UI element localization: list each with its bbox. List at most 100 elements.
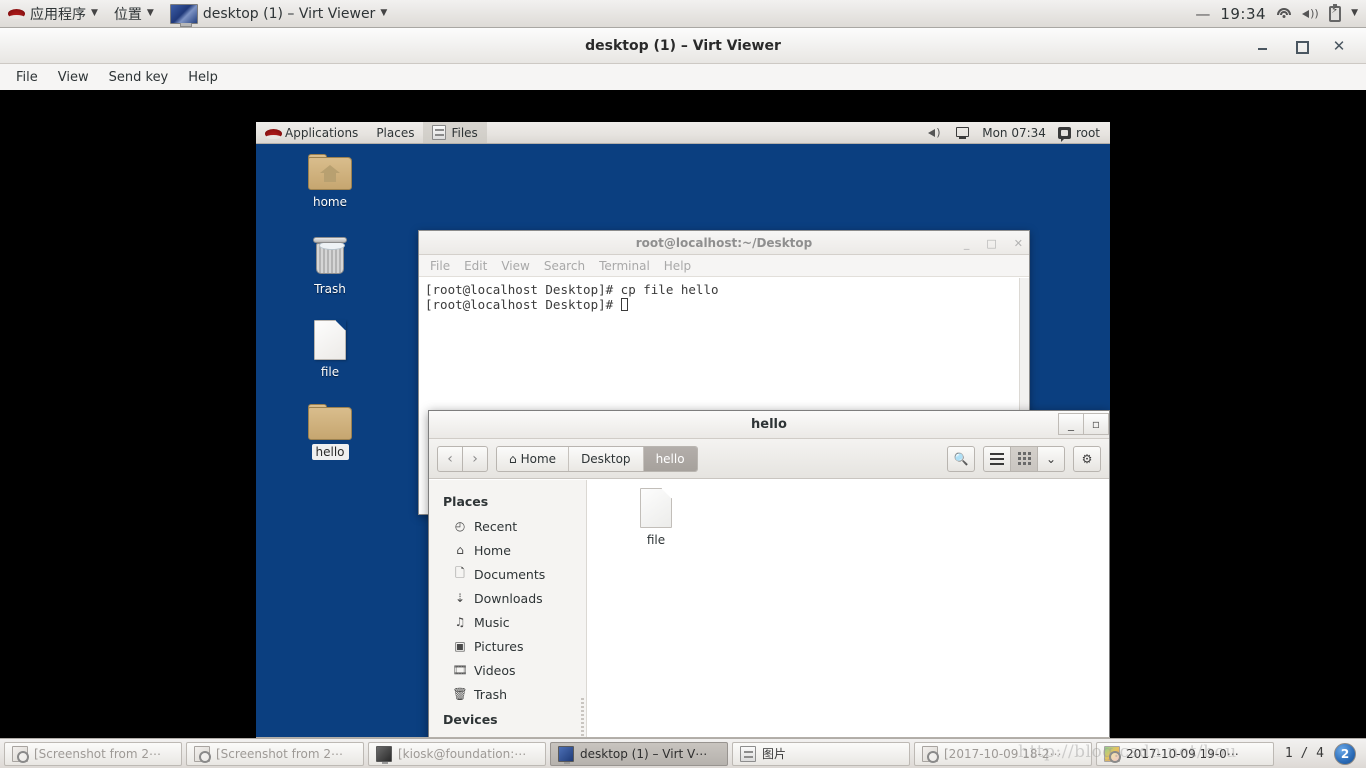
sidebar-item-music[interactable]: ♫ Music	[429, 610, 586, 634]
grid-view-icon[interactable]	[1010, 445, 1038, 472]
sidebar-item-label: Home	[474, 542, 511, 558]
maximize-button[interactable]	[1294, 39, 1309, 54]
host-task-virt-viewer[interactable]: desktop (1) – Virt V⋯	[550, 741, 728, 766]
menu-file[interactable]: File	[6, 67, 48, 88]
breadcrumb: ⌂ Home Desktop hello	[496, 445, 698, 472]
host-task-screenshot-1[interactable]: [Screenshot from 2⋯	[4, 741, 182, 766]
desktop-icon-file[interactable]: file	[294, 320, 366, 380]
desktop-icon-home[interactable]: home	[294, 154, 366, 210]
breadcrumb-desktop[interactable]: Desktop	[569, 446, 644, 471]
desktop-icon-trash[interactable]: Trash	[294, 237, 366, 297]
guest-clock[interactable]: Mon 07:34	[982, 126, 1046, 140]
host-task-screenshot-4[interactable]: 2017-10-09 19-0⋯	[1096, 741, 1274, 766]
sidebar-item-trash[interactable]: 🗑 Trash	[429, 682, 586, 706]
list-view-icon[interactable]	[983, 445, 1011, 472]
terminal-menu-edit[interactable]: Edit	[457, 257, 494, 275]
music-icon: ♫	[454, 615, 466, 629]
volume-icon[interactable]: ))	[1302, 7, 1319, 21]
host-clock[interactable]: 19:34	[1220, 5, 1266, 23]
files-icon	[432, 125, 447, 140]
gear-icon[interactable]: ⚙	[1073, 445, 1101, 472]
search-icon[interactable]: 🔍	[947, 445, 975, 472]
sidebar-item-downloads[interactable]: ⇣ Downloads	[429, 586, 586, 610]
vm-display-canvas[interactable]: Applications Places Files ) Mon 07:34 ro…	[0, 90, 1366, 762]
terminal-menu-view[interactable]: View	[494, 257, 536, 275]
red-hat-icon	[8, 5, 25, 22]
file-manager-window[interactable]: hello _ ▫ ‹ › ⌂ Home Desktop hello 🔍 ⌄ ⚙…	[428, 410, 1110, 762]
virt-viewer-titlebar[interactable]: desktop (1) – Virt Viewer ✕	[0, 28, 1366, 64]
file-manager-content[interactable]: file	[587, 480, 1109, 762]
sidebar-item-videos[interactable]: 🎞 Videos	[429, 658, 586, 682]
host-task-screenshot-3[interactable]: [2017-10-09 18-2⋯	[914, 741, 1092, 766]
desktop-icon-hello[interactable]: hello	[294, 404, 366, 460]
sidebar-item-pictures[interactable]: ▣ Pictures	[429, 634, 586, 658]
terminal-icon	[376, 745, 392, 764]
minimize-button[interactable]	[1256, 39, 1270, 53]
terminal-menubar: File Edit View Search Terminal Help	[419, 255, 1029, 277]
host-task-label: [Screenshot from 2⋯	[34, 746, 162, 761]
host-applications-menu[interactable]: 应用程序 ▼	[0, 0, 106, 27]
menu-send-key[interactable]: Send key	[99, 67, 179, 88]
chevron-down-icon: ▼	[91, 8, 98, 18]
host-places-label: 位置	[113, 6, 142, 23]
guest-top-panel: Applications Places Files ) Mon 07:34 ro…	[256, 122, 1110, 144]
navigation-buttons: ‹ ›	[437, 445, 488, 472]
guest-active-app[interactable]: Files	[423, 122, 487, 143]
sidebar-item-label: Documents	[474, 566, 546, 582]
chevron-down-icon[interactable]: ⌄	[1037, 445, 1065, 472]
file-manager-titlebar[interactable]: hello _ ▫	[429, 411, 1109, 439]
host-task-screenshot-2[interactable]: [Screenshot from 2⋯	[186, 741, 364, 766]
volume-icon[interactable]: )	[928, 126, 943, 140]
close-button[interactable]: ✕	[1332, 39, 1346, 54]
host-task-kiosk-terminal[interactable]: [kiosk@foundation:⋯	[368, 741, 546, 766]
file-manager-sidebar: Places ◴ Recent ⌂ Home 🗋 Documents ⇣ Dow…	[429, 480, 587, 762]
host-workspace-indicator[interactable]: 2	[1334, 742, 1356, 765]
breadcrumb-hello[interactable]: hello	[643, 446, 697, 471]
desktop-icon-label: home	[312, 195, 348, 209]
sidebar-resize-grip[interactable]	[581, 698, 584, 742]
host-task-label: 2017-10-09 19-0⋯	[1126, 746, 1239, 761]
sidebar-item-home[interactable]: ⌂ Home	[429, 538, 586, 562]
sidebar-item-recent[interactable]: ◴ Recent	[429, 514, 586, 538]
network-icon[interactable]	[955, 126, 970, 139]
terminal-menu-terminal[interactable]: Terminal	[592, 257, 657, 275]
host-task-pictures[interactable]: 图片	[732, 741, 910, 766]
terminal-cursor	[620, 298, 628, 311]
chevron-down-icon[interactable]: ▼	[1351, 9, 1358, 18]
terminal-titlebar[interactable]: root@localhost:~/Desktop _ □ ✕	[419, 231, 1029, 255]
host-task-label: [kiosk@foundation:⋯	[398, 746, 527, 761]
view-mode-group: ⌄	[983, 445, 1065, 472]
maximize-button[interactable]: □	[986, 237, 996, 250]
sidebar-item-label: Music	[474, 614, 510, 630]
guest-user-label[interactable]: root	[1076, 126, 1100, 140]
back-button[interactable]: ‹	[437, 445, 463, 472]
list-item[interactable]: file	[618, 488, 694, 547]
host-workspace-pager[interactable]: 1 / 4	[1285, 746, 1324, 761]
guest-places-menu[interactable]: Places	[367, 122, 423, 143]
host-window-menu[interactable]: desktop (1) – Virt Viewer ▼	[162, 0, 395, 27]
breadcrumb-home[interactable]: ⌂ Home	[497, 446, 570, 471]
terminal-menu-file[interactable]: File	[423, 257, 457, 275]
minimize-button[interactable]: _	[964, 237, 970, 250]
sidebar-item-documents[interactable]: 🗋 Documents	[429, 562, 586, 586]
terminal-menu-search[interactable]: Search	[537, 257, 592, 275]
red-hat-icon	[265, 125, 282, 140]
maximize-button[interactable]: ▫	[1083, 413, 1109, 435]
window-thumbnail-icon	[169, 3, 198, 27]
menu-view[interactable]: View	[48, 67, 99, 88]
chevron-down-icon: ▼	[380, 8, 388, 18]
guest-applications-label: Applications	[285, 125, 359, 140]
minimize-button[interactable]: _	[1058, 413, 1084, 435]
guest-desktop[interactable]: Applications Places Files ) Mon 07:34 ro…	[256, 122, 1110, 762]
host-places-menu[interactable]: 位置 ▼	[106, 0, 162, 27]
menu-help[interactable]: Help	[178, 67, 228, 88]
screenshot-icon	[194, 745, 211, 763]
folder-icon	[308, 404, 352, 440]
wifi-icon[interactable]	[1276, 7, 1292, 20]
close-button[interactable]: ✕	[1014, 237, 1023, 250]
files-icon	[740, 745, 756, 762]
guest-applications-menu[interactable]: Applications	[256, 122, 367, 143]
battery-icon[interactable]	[1329, 3, 1342, 22]
terminal-menu-help[interactable]: Help	[657, 257, 698, 275]
forward-button[interactable]: ›	[462, 445, 488, 472]
